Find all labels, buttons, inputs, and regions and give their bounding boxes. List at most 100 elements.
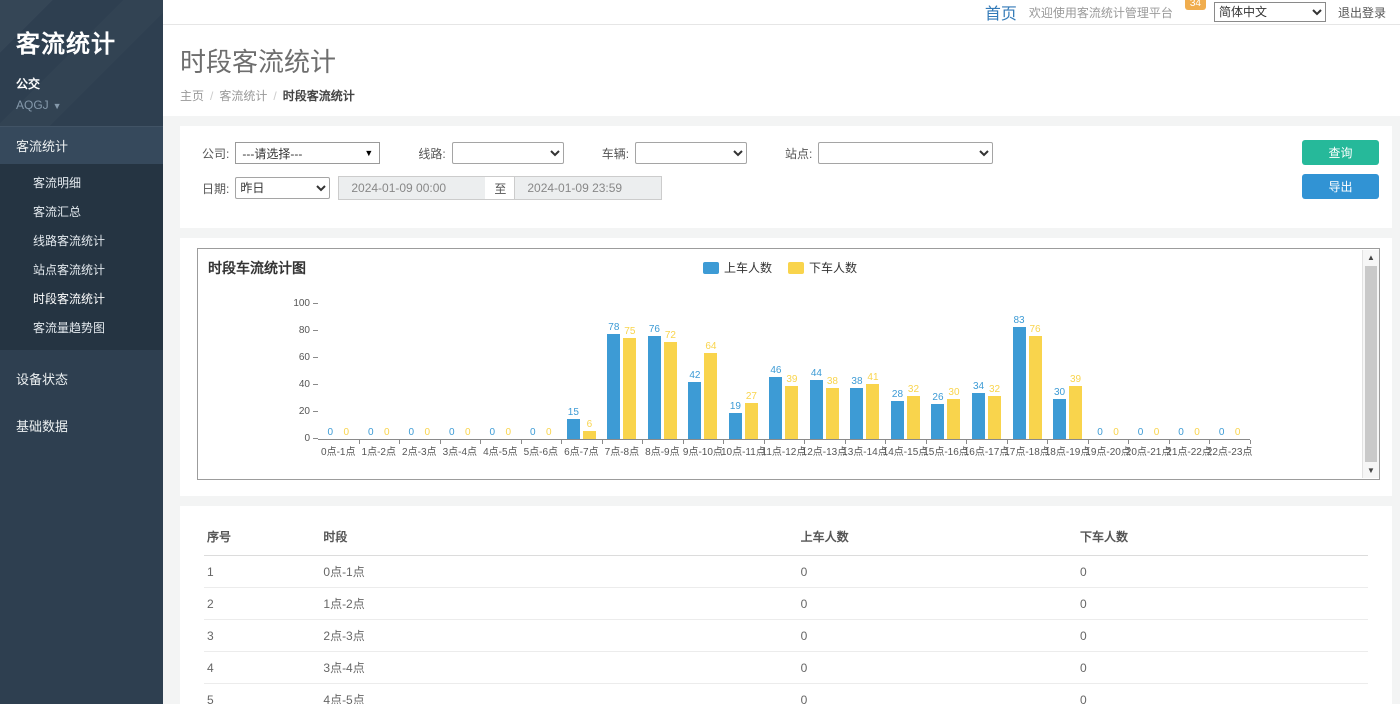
table-cell: 1: [204, 556, 320, 588]
x-axis-label: 10点-11点: [721, 443, 766, 458]
chart-category-group: 005点-6点: [521, 305, 562, 439]
chart-bar: [866, 384, 879, 439]
scrollbar-down-arrow-icon[interactable]: ▼: [1363, 463, 1379, 478]
breadcrumb-passenger-stats[interactable]: 客流统计: [219, 89, 267, 103]
sidebar-item-passenger-summary[interactable]: 客流汇总: [0, 197, 163, 226]
sidebar-item-base-data[interactable]: 基础数据: [0, 407, 163, 444]
sidebar-item-period-stats[interactable]: 时段客流统计: [0, 284, 163, 313]
user-dropdown[interactable]: AQGJ▼: [0, 92, 163, 126]
bar-value-label: 0: [1194, 427, 1200, 438]
home-link[interactable]: 首页: [985, 0, 1017, 24]
breadcrumb-separator: /: [210, 89, 213, 103]
chart-scrollbar[interactable]: ▲ ▼: [1362, 250, 1379, 478]
station-select[interactable]: [818, 142, 993, 164]
date-preset-select[interactable]: 昨日: [235, 177, 330, 199]
x-axis-label: 18点-19点: [1045, 443, 1091, 458]
date-start-input[interactable]: [338, 176, 486, 200]
bar-column: 0: [526, 305, 539, 439]
chart-bar: [583, 431, 596, 439]
sidebar-item-passenger-detail[interactable]: 客流明细: [0, 168, 163, 197]
legend-boarding-label: 上车人数: [724, 259, 772, 276]
chart-bar: [931, 404, 944, 439]
date-range-group: 至: [338, 176, 662, 200]
chart-bar: [648, 336, 661, 439]
bar-value-label: 0: [506, 427, 512, 438]
table-cell: 5: [204, 684, 320, 704]
welcome-text: 欢迎使用客流统计管理平台: [1029, 4, 1173, 21]
sidebar-item-device-status[interactable]: 设备状态: [0, 360, 163, 397]
query-button[interactable]: 查询: [1302, 140, 1379, 165]
line-select[interactable]: [452, 142, 564, 164]
bar-column: 0: [1191, 305, 1204, 439]
logout-link[interactable]: 退出登录: [1338, 4, 1386, 21]
bar-value-label: 34: [973, 381, 984, 392]
bar-column: 0: [324, 305, 337, 439]
chart-category-group: 283214点-15点: [885, 305, 926, 439]
bar-column: 39: [785, 305, 798, 439]
chart-bar: [988, 396, 1001, 439]
bar-column: 0: [445, 305, 458, 439]
bar-column: 0: [1150, 305, 1163, 439]
chart-category-group: 002点-3点: [399, 305, 440, 439]
table-row: 32点-3点00: [204, 620, 1368, 652]
table-cell: 0: [1077, 588, 1368, 620]
company-select[interactable]: ---请选择--- ▼: [235, 142, 380, 164]
bar-column: 28: [891, 305, 904, 439]
sidebar-item-station-stats[interactable]: 站点客流统计: [0, 255, 163, 284]
filter-panel: 公司: ---请选择--- ▼ 线路: 车辆: 站点: 日期:: [180, 126, 1392, 228]
col-header-boarding: 上车人数: [798, 518, 1077, 556]
bar-value-label: 39: [1070, 374, 1081, 385]
chart-bar: [664, 342, 677, 439]
sidebar-item-trend-chart[interactable]: 客流量趋势图: [0, 313, 163, 342]
bar-column: 30: [1053, 305, 1066, 439]
table-cell: 3: [204, 620, 320, 652]
chart-category-group: 463911点-12点: [764, 305, 805, 439]
bar-column: 0: [461, 305, 474, 439]
language-select[interactable]: 简体中文: [1214, 2, 1326, 22]
filter-row-date: 日期: 昨日 至: [202, 176, 1282, 200]
x-axis-label: 1点-2点: [362, 443, 396, 458]
table-cell: 0: [798, 556, 1077, 588]
vehicle-select[interactable]: [635, 142, 747, 164]
x-axis-label: 0点-1点: [321, 443, 355, 458]
table-cell: 0: [798, 588, 1077, 620]
bar-column: 32: [988, 305, 1001, 439]
legend-item-alighting[interactable]: 下车人数: [788, 259, 857, 276]
scrollbar-up-arrow-icon[interactable]: ▲: [1363, 250, 1379, 265]
dropdown-arrow-icon: ▼: [364, 148, 373, 158]
bar-column: 27: [745, 305, 758, 439]
bar-column: 0: [1110, 305, 1123, 439]
date-end-input[interactable]: [514, 176, 662, 200]
sidebar-item-passenger-stats[interactable]: 客流统计: [0, 126, 163, 164]
scrollbar-thumb[interactable]: [1365, 266, 1377, 462]
bar-value-label: 76: [1029, 324, 1040, 335]
sidebar-item-line-stats[interactable]: 线路客流统计: [0, 226, 163, 255]
bar-value-label: 72: [665, 330, 676, 341]
chart-category-group: 0019点-20点: [1088, 305, 1129, 439]
app-logo-title: 客流统计: [0, 0, 163, 59]
col-header-alighting: 下车人数: [1077, 518, 1368, 556]
breadcrumb-home[interactable]: 主页: [180, 89, 204, 103]
chart-category-group: 78757点-8点: [602, 305, 643, 439]
org-label: 公交: [0, 59, 163, 92]
chart-box: 时段车流统计图 上车人数 下车人数 020406080100000点-1点001…: [197, 248, 1380, 480]
y-axis-tick-mark: [313, 303, 318, 304]
bar-value-label: 0: [1154, 427, 1160, 438]
main-area: 首页 欢迎使用客流统计管理平台 34 简体中文 退出登录 时段客流统计 主页/客…: [163, 0, 1400, 704]
chart-plot: 020406080100000点-1点001点-2点002点-3点003点-4点…: [318, 305, 1250, 440]
bar-column: 0: [380, 305, 393, 439]
chart-bar: [1053, 399, 1066, 440]
bar-value-label: 0: [1097, 427, 1103, 438]
export-button[interactable]: 导出: [1302, 174, 1379, 199]
chart-category-group: 343216点-17点: [966, 305, 1007, 439]
bar-value-label: 0: [1113, 427, 1119, 438]
legend-item-boarding[interactable]: 上车人数: [703, 259, 772, 276]
bar-value-label: 0: [409, 427, 415, 438]
period-table: 序号 时段 上车人数 下车人数 10点-1点0021点-2点0032点-3点00…: [204, 518, 1368, 704]
table-cell: 1点-2点: [320, 588, 797, 620]
table-cell: 0: [798, 620, 1077, 652]
company-label: 公司:: [202, 145, 229, 162]
x-axis-label: 19点-20点: [1085, 443, 1131, 458]
notification-badge[interactable]: 34: [1185, 0, 1206, 10]
filter-buttons: 查询 导出: [1302, 140, 1379, 199]
